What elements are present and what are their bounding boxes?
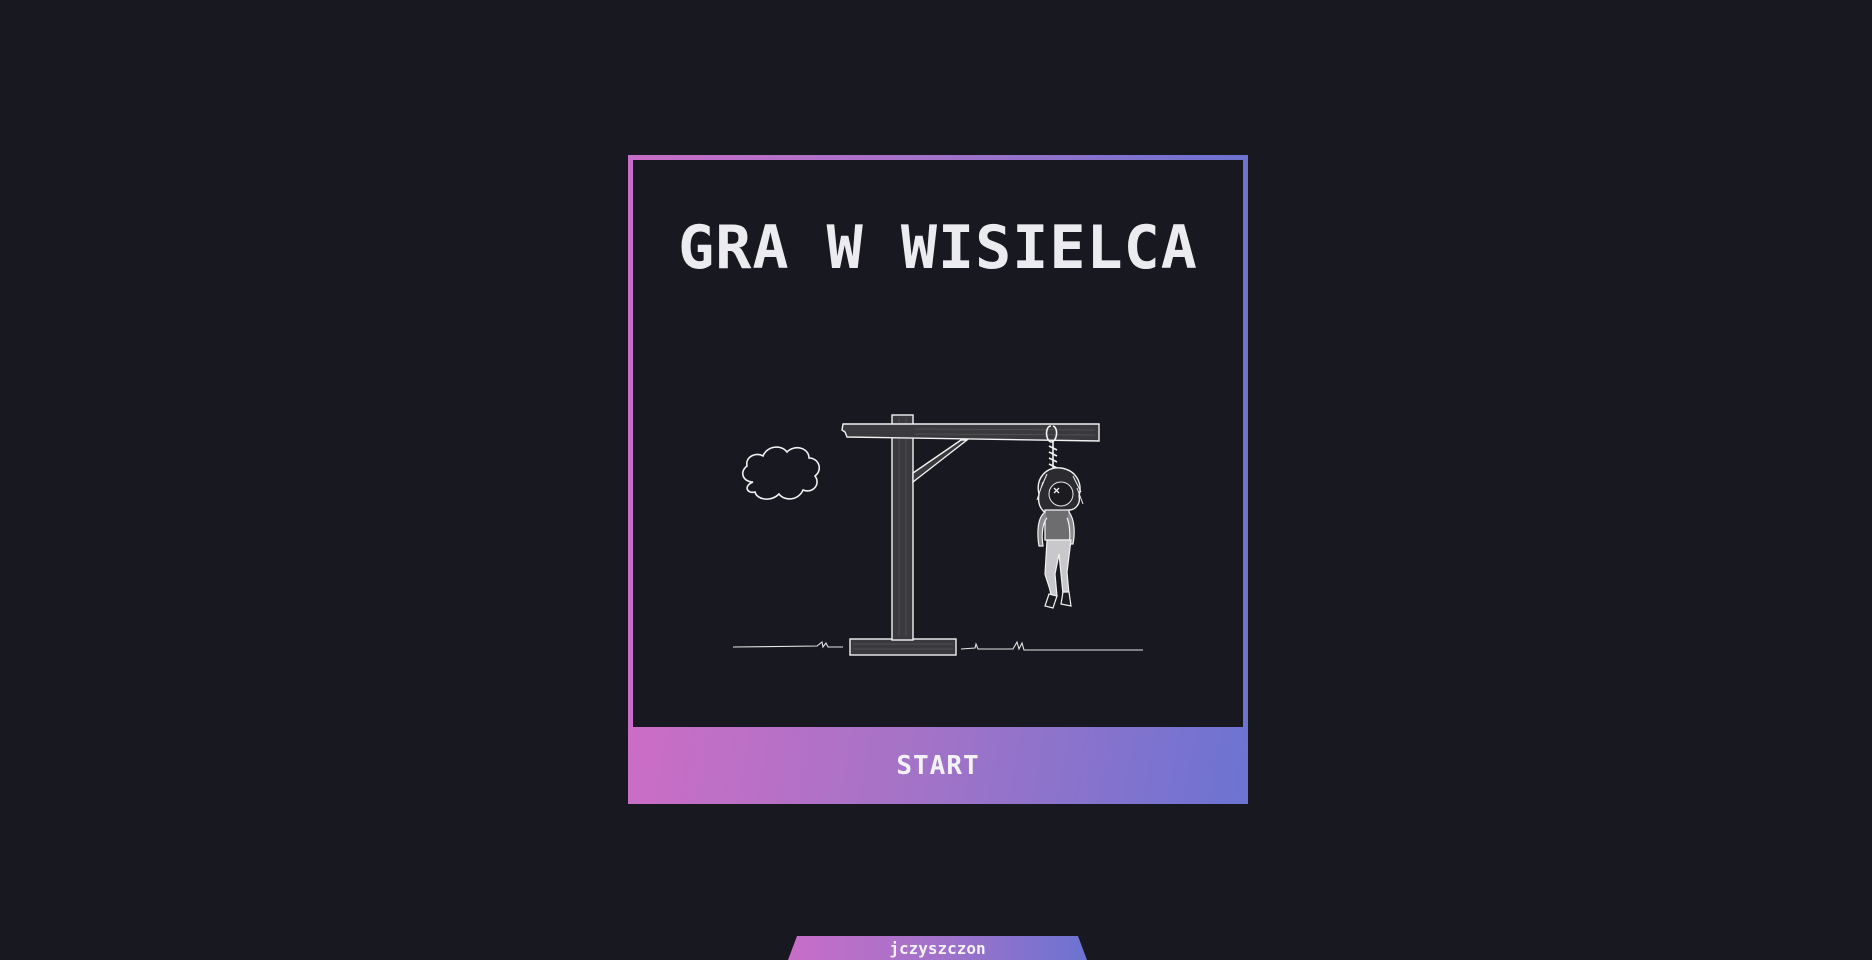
hangman-illustration (732, 414, 1143, 656)
author-label[interactable]: jczyszczon (889, 939, 985, 958)
gallows-post (891, 414, 914, 641)
gallows-brace (912, 439, 970, 484)
hanged-figure (1036, 467, 1084, 609)
card-content: GRA W WISIELCA (633, 160, 1243, 727)
cloud-icon (741, 446, 821, 500)
game-title: GRA W WISIELCA (678, 213, 1198, 283)
gallows-base (849, 638, 957, 656)
start-button[interactable]: START (628, 727, 1248, 804)
author-tab[interactable]: jczyszczon (788, 936, 1087, 960)
game-card: GRA W WISIELCA START (628, 155, 1248, 804)
gallows-beam (841, 423, 1100, 442)
